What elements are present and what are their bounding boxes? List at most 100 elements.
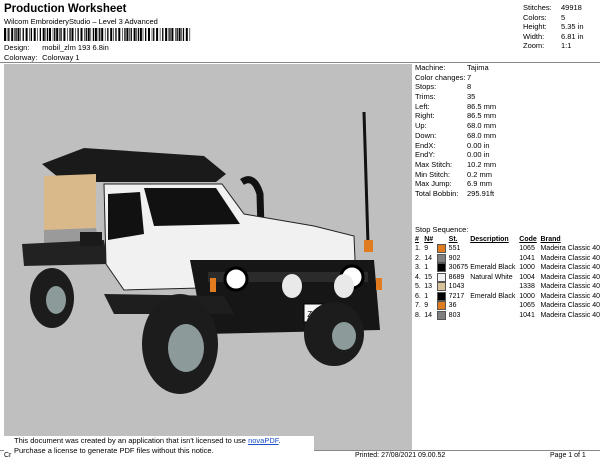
row-index: 7. — [415, 302, 421, 310]
row-brand: Madeira Classic 40 — [540, 292, 600, 300]
zoom-label: Zoom: — [523, 41, 545, 51]
row-description: Emerald Black — [470, 292, 516, 300]
row-description — [470, 311, 519, 321]
stat-row: Stops: 8 — [415, 82, 600, 92]
col-description: Description — [470, 236, 509, 243]
zoom-value: 1:1 — [561, 41, 572, 51]
stat-label: Left: — [415, 101, 430, 111]
row-swatch — [437, 282, 448, 292]
row-stitches: 30675 — [448, 264, 469, 272]
row-stitches: 902 — [448, 254, 461, 262]
stat-label: Max Stitch: — [415, 159, 453, 169]
row-swatch — [437, 310, 448, 321]
stat-label: Color changes: — [415, 72, 466, 82]
stat-label: EndY: — [415, 150, 436, 160]
color-swatch — [437, 263, 447, 273]
stat-row: Color changes: 7 — [415, 73, 600, 83]
row-stitches: 1043 — [448, 283, 465, 291]
notice-text-2: Purchase a license to generate PDF files… — [14, 446, 214, 455]
stat-row: Max Stitch: 10.2 mm — [415, 160, 600, 170]
stat-value: 0.2 mm — [467, 169, 493, 179]
stat-row: Up: 68.0 mm — [415, 121, 600, 131]
row-stitches: 8689 — [448, 273, 465, 281]
stitches-value: 49918 — [561, 3, 582, 12]
row-swatch — [437, 291, 448, 302]
stop-sequence-title: Stop Sequence: — [415, 225, 469, 234]
page-number: Page 1 of 1 — [550, 452, 586, 459]
table-row: 4. 15 8689 Natural White 1004 Madeira Classic… — [415, 272, 600, 283]
table-row: 5. 13 1043 1338 Madeira Classic 40 — [415, 282, 600, 292]
stat-label: Down: — [415, 130, 437, 140]
table-row: 3. 1 30675 Emerald Black 1000 Madeira Classic… — [415, 263, 600, 273]
row-code: 1065 — [519, 245, 535, 253]
stat-value: 35 — [467, 92, 476, 102]
row-needle: 14 — [424, 311, 432, 319]
col-brand: Brand — [540, 236, 561, 243]
col-needle: N# — [424, 236, 434, 243]
stat-row: Max Jump: 6.9 mm — [415, 179, 600, 189]
stat-label: Total Bobbin: — [415, 188, 459, 198]
stat-value: Tajima — [467, 63, 489, 72]
stop-sequence-header: # N# St. Description Code Brand — [415, 235, 600, 244]
table-row: 6. 1 7217 Emerald Black 1000 Madeira Classic … — [415, 291, 600, 302]
col-index: # — [415, 236, 419, 243]
row-needle: 13 — [424, 283, 432, 291]
width-value: 6.81 in — [561, 31, 584, 41]
barcode — [4, 28, 191, 41]
stat-value: 7 — [467, 72, 472, 82]
stat-row: Total Bobbin: 295.91ft — [415, 189, 600, 199]
stitches-label: Stitches: — [523, 3, 552, 12]
stat-value: 6.9 mm — [467, 179, 493, 189]
colors-value: 5 — [561, 12, 566, 22]
stop-sequence-table: # N# St. Description Code Brand 1. 9 551 10… — [415, 235, 600, 320]
row-index: 6. — [415, 292, 421, 300]
row-index: 5. — [415, 283, 421, 291]
footer-left: Cr — [4, 452, 12, 459]
stat-label: Stops: — [415, 82, 437, 92]
novapdf-link[interactable]: novaPDF — [248, 436, 278, 445]
row-swatch — [437, 263, 448, 273]
stat-row: Trims: 35 — [415, 92, 600, 102]
row-swatch — [437, 301, 448, 311]
stat-row: Left: 86.5 mm — [415, 102, 600, 112]
color-swatch — [437, 272, 447, 282]
row-needle: 14 — [424, 254, 432, 262]
software-name: Wilcom EmbroideryStudio – Level 3 Advanc… — [4, 17, 158, 26]
color-swatch — [437, 301, 447, 311]
row-brand: Madeira Classic 40 — [540, 273, 600, 281]
stat-label: Trims: — [415, 92, 436, 102]
col-stitches: St. — [448, 236, 458, 243]
row-needle: 9 — [424, 245, 429, 253]
stat-value: 68.0 mm — [467, 130, 497, 140]
height-label: Height: — [523, 22, 547, 32]
color-swatch — [437, 291, 447, 301]
stat-row: Right: 86.5 mm — [415, 111, 600, 121]
stat-value: 0.00 in — [467, 140, 490, 150]
row-code: 1041 — [519, 254, 535, 262]
table-row: 2. 14 902 1041 Madeira Classic 40 — [415, 253, 600, 264]
stitch-statistics: Machine: Tajima Color changes: 7 Stops: 8 Trim… — [415, 63, 600, 199]
height-value: 5.35 in — [561, 22, 584, 32]
row-index: 3. — [415, 264, 421, 272]
stat-value: 68.0 mm — [467, 121, 497, 131]
row-stitches: 803 — [448, 311, 461, 319]
row-description — [470, 301, 519, 311]
page-title: Production Worksheet — [4, 3, 127, 15]
row-description — [470, 282, 519, 292]
width-label: Width: — [523, 31, 545, 41]
row-brand: Madeira Classic 40 — [540, 254, 600, 262]
table-row: 8. 14 803 1041 Madeira Classic 40 — [415, 310, 600, 321]
design-row: Design: mobil_zlm 193 6.8in — [4, 43, 109, 52]
row-needle: 1 — [424, 292, 429, 300]
row-swatch — [437, 253, 448, 264]
row-code: 1004 — [519, 273, 535, 281]
row-swatch — [437, 272, 448, 283]
row-code: 1338 — [519, 283, 535, 291]
color-swatch — [437, 310, 447, 320]
license-notice: This document was created by an applicat… — [4, 436, 314, 462]
design-preview: ZLM 193 — [4, 64, 412, 450]
summary-panel: Stitches: 49918 Colors: 5 Height: 5.35 in W… — [523, 3, 584, 51]
printed-timestamp: Printed: 27/08/2021 09.00.52 — [355, 452, 446, 459]
row-code: 1065 — [519, 302, 535, 310]
colorway-value: Colorway 1 — [42, 53, 80, 62]
